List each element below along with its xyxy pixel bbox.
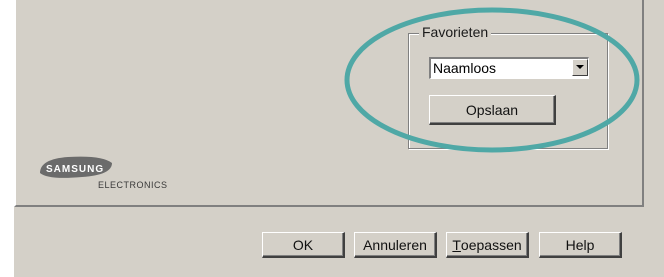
save-button-label: Opslaan [465, 101, 519, 118]
tab-panel: Favorieten Naamloos Opslaan SAMSUNG ELEC… [14, 0, 644, 207]
apply-button-label: oepassen [460, 236, 522, 253]
dropdown-button[interactable] [572, 59, 588, 76]
apply-button[interactable]: Toepassen [446, 232, 529, 258]
electronics-text: ELECTRONICS [98, 180, 168, 190]
chevron-down-icon [576, 65, 584, 69]
save-button[interactable]: Opslaan [429, 95, 556, 125]
cancel-button-label: Annuleren [363, 236, 427, 253]
samsung-logo-text: SAMSUNG [46, 164, 104, 175]
favorites-legend: Favorieten [419, 24, 492, 40]
ok-button[interactable]: OK [262, 232, 345, 258]
help-button-label: Help [565, 236, 595, 253]
samsung-logo: SAMSUNG [40, 156, 112, 178]
apply-button-mnemonic: T [452, 236, 461, 253]
printer-properties-dialog: Favorieten Naamloos Opslaan SAMSUNG ELEC… [14, 0, 664, 277]
ok-button-label: OK [292, 236, 314, 253]
favorites-dropdown-value: Naamloos [433, 60, 497, 76]
favorites-group [408, 33, 608, 149]
favorites-dropdown[interactable]: Naamloos [429, 57, 589, 79]
cancel-button[interactable]: Annuleren [354, 232, 437, 258]
help-button[interactable]: Help [539, 232, 622, 258]
